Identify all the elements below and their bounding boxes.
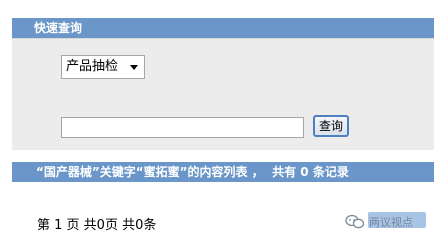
search-button[interactable]: 查询	[313, 115, 349, 137]
chat-bubbles-icon	[345, 214, 365, 229]
quick-search-page: 快速查询 产品抽检 查询 “国产器械”关键字“蜜拓蜜”的内容列表 ， 共有 0 …	[0, 0, 434, 243]
current-page-label: 第 1 页	[37, 218, 80, 233]
result-summary-bar: “国产器械”关键字“蜜拓蜜”的内容列表 ， 共有 0 条记录	[12, 162, 434, 182]
keyword-input[interactable]	[61, 117, 304, 138]
result-count-unit: 条记录	[308, 165, 349, 179]
result-summary-separator: ， 共有	[247, 165, 301, 179]
result-count: 0	[300, 165, 309, 179]
category-select[interactable]: 产品抽检	[61, 55, 145, 79]
chevron-down-icon	[130, 65, 138, 70]
total-pages-label: 共0页	[79, 218, 118, 233]
result-summary-text: “国产器械”关键字“蜜拓蜜”的内容列表	[36, 165, 248, 179]
quick-search-panel: 产品抽检 查询	[12, 38, 434, 150]
watermark-text: 两议视点	[369, 216, 413, 229]
quick-search-header: 快速查询	[12, 18, 434, 38]
total-items-label: 共0条	[117, 218, 157, 233]
watermark: 两议视点	[345, 212, 423, 232]
quick-search-title: 快速查询	[34, 21, 83, 35]
category-select-value: 产品抽检	[66, 59, 119, 74]
pagination: 第 1 页 共0页 共0条	[37, 214, 156, 233]
